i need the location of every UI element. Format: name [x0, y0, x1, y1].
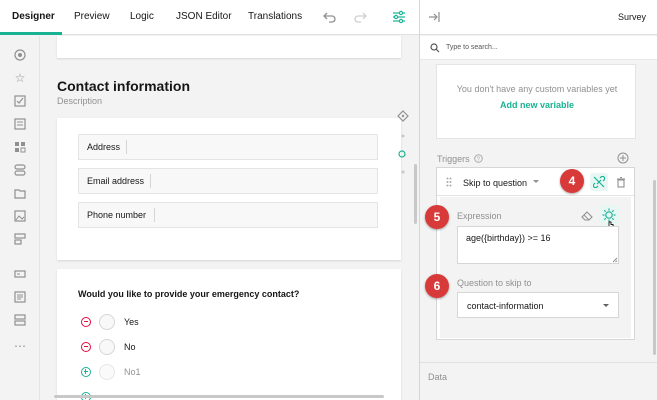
html-icon[interactable] — [12, 289, 28, 305]
callout-badge-4: 4 — [560, 169, 584, 193]
callout-badge-6: 6 — [425, 274, 449, 298]
triggers-label: Triggers — [437, 154, 470, 164]
resize-handle-icon[interactable] — [612, 257, 618, 263]
phone-number-field[interactable]: Phone number — [78, 202, 378, 228]
tab-designer[interactable]: Designer — [12, 11, 55, 22]
choice-item-yes: Yes — [81, 314, 281, 330]
drag-handle-icon[interactable] — [445, 177, 453, 187]
radio-button[interactable] — [99, 339, 115, 355]
remove-choice-icon[interactable] — [81, 317, 91, 327]
expression-label: Expression — [457, 211, 502, 221]
design-surface: Contact information Description Address … — [41, 36, 419, 400]
more-icon[interactable]: ⋯ — [12, 338, 28, 354]
comment-icon[interactable] — [12, 116, 28, 132]
page-title[interactable]: Contact information — [57, 78, 190, 94]
variables-empty-text: You don't have any custom variables yet — [456, 84, 618, 94]
dot-icon — [398, 167, 408, 177]
radiogroup-question[interactable]: Would you like to provide your emergency… — [57, 269, 401, 400]
redo-icon[interactable] — [352, 9, 368, 25]
settings-icon[interactable] — [391, 9, 407, 25]
field-label-phone: Phone number — [87, 210, 147, 220]
file-icon[interactable] — [12, 185, 28, 201]
trigger-settings: Expression age({birthday}) >= 16 Questio… — [440, 197, 631, 338]
add-variable-link[interactable]: Add new variable — [437, 100, 637, 110]
tab-logic[interactable]: Logic — [130, 11, 154, 22]
tab-preview[interactable]: Preview — [74, 11, 110, 22]
previous-page-card — [57, 36, 401, 58]
field-label-address: Address — [87, 142, 121, 152]
panel-title: Survey — [617, 12, 646, 22]
rating-icon[interactable]: ☆ — [12, 70, 28, 86]
boolean-icon[interactable] — [12, 162, 28, 178]
radio-button[interactable] — [99, 314, 115, 330]
search-icon — [429, 42, 441, 54]
radio-button — [99, 364, 115, 380]
help-icon[interactable]: ? — [473, 153, 483, 163]
checkbox-icon[interactable] — [12, 93, 28, 109]
delete-icon[interactable] — [614, 175, 628, 189]
search-input[interactable]: Type to search... — [446, 44, 498, 51]
choice-label[interactable]: No — [124, 342, 136, 352]
text-input-icon[interactable] — [12, 266, 28, 282]
search-bar[interactable]: Type to search... — [420, 36, 657, 60]
field-separator — [150, 174, 151, 188]
dot-icon — [398, 131, 408, 141]
dropdown-value: contact-information — [467, 301, 544, 311]
question-to-skip-label: Question to skip to — [457, 278, 532, 288]
choice-item-new: No1 — [81, 364, 281, 380]
add-trigger-icon[interactable] — [617, 152, 629, 164]
data-section[interactable]: Data — [420, 362, 657, 392]
email-address-field[interactable]: Email address — [78, 168, 378, 194]
active-tab-indicator — [0, 32, 62, 35]
chevron-down-icon[interactable] — [532, 178, 540, 186]
matrix-icon[interactable] — [12, 139, 28, 155]
expression-text: age({birthday}) >= 16 — [466, 233, 551, 243]
field-separator — [126, 140, 127, 154]
address-field[interactable]: Address — [78, 134, 378, 160]
custom-variables-card: You don't have any custom variables yet … — [436, 64, 636, 139]
choice-item-no: No — [81, 339, 281, 355]
panel-header: Survey — [420, 0, 657, 35]
panel-scrollbar[interactable] — [653, 180, 656, 355]
question-title[interactable]: Would you like to provide your emergency… — [78, 289, 299, 299]
radio-group-icon[interactable] — [12, 47, 28, 63]
diamond-icon[interactable] — [396, 109, 410, 123]
multiple-text-question[interactable]: Address Email address Phone number — [57, 118, 401, 260]
vertical-scrollbar[interactable] — [414, 164, 417, 224]
add-choice-icon[interactable] — [81, 367, 91, 377]
chevron-down-icon[interactable] — [602, 303, 610, 309]
designer-tab-bar: Designer Preview Logic JSON Editor Trans… — [0, 0, 419, 35]
image-icon[interactable] — [12, 208, 28, 224]
toolbox: ☆ ⋯ — [0, 36, 40, 400]
question-to-skip-dropdown[interactable]: contact-information — [457, 292, 619, 318]
callout-badge-5: 5 — [425, 205, 449, 229]
expression-textarea[interactable]: age({birthday}) >= 16 — [457, 226, 619, 264]
horizontal-scrollbar[interactable] — [54, 395, 384, 398]
tab-json-editor[interactable]: JSON Editor — [176, 11, 232, 22]
panel-icon[interactable] — [12, 312, 28, 328]
undo-icon[interactable] — [322, 9, 338, 25]
eraser-icon[interactable] — [580, 209, 594, 223]
remove-choice-icon[interactable] — [81, 342, 91, 352]
field-separator — [154, 208, 155, 222]
circle-icon[interactable] — [397, 149, 407, 159]
tab-translations[interactable]: Translations — [248, 11, 302, 22]
page-description[interactable]: Description — [57, 96, 102, 106]
collapse-panel-icon[interactable] — [427, 10, 441, 24]
data-section-label: Data — [428, 372, 448, 382]
trigger-header[interactable]: Skip to question — [437, 168, 634, 196]
unlink-icon[interactable] — [590, 173, 608, 191]
trigger-type-select[interactable]: Skip to question — [463, 178, 527, 188]
trigger-item: Skip to question Expression age({birthda… — [436, 167, 635, 340]
new-choice-label[interactable]: No1 — [124, 367, 141, 377]
choice-label[interactable]: Yes — [124, 317, 139, 327]
property-grid: Survey Type to search... You don't have … — [419, 0, 657, 400]
multiple-text-icon[interactable] — [12, 231, 28, 247]
field-label-email: Email address — [87, 176, 145, 186]
